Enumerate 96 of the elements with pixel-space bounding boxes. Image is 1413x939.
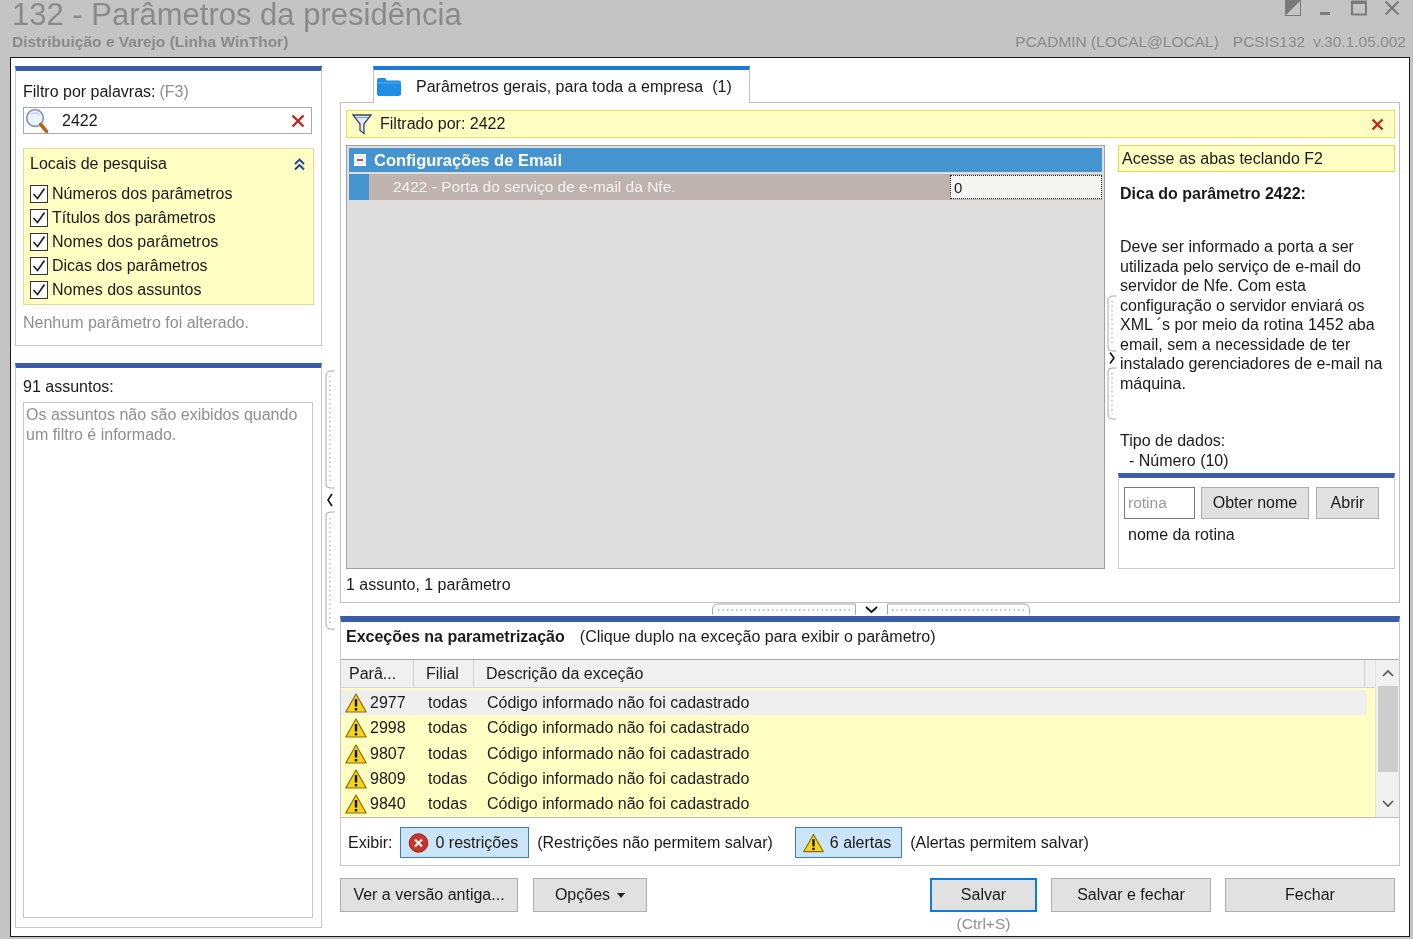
checkbox[interactable]: [30, 209, 48, 227]
status-text: Nenhum parâmetro foi alterado.: [23, 313, 250, 333]
checkbox-label[interactable]: Nomes dos assuntos: [52, 281, 202, 299]
table-cell: todas: [428, 795, 468, 814]
toggle-button[interactable]: 0 restrições: [400, 827, 530, 858]
user-label: PCADMIN (LOCAL@LOCAL): [1015, 33, 1219, 50]
table-cell: 9809: [370, 769, 406, 788]
hint-text: (Clique duplo na exceção para exibir o parâmetro): [579, 628, 936, 646]
summary-text: 1 assunto, 1 parâmetro: [346, 575, 512, 595]
routine-field[interactable]: rotina: [1124, 487, 1195, 519]
table-cell: Código informado não foi cadastrado: [487, 744, 750, 763]
checkbox[interactable]: [30, 281, 48, 299]
table-row[interactable]: 9840 todas Código informado não foi cadastrado: [341, 791, 1367, 818]
subjects-count: 91 assuntos:: [23, 377, 115, 397]
value-field[interactable]: 0: [950, 175, 1102, 199]
data-type-label: Tipo de dados:: [1119, 431, 1227, 451]
table-cell: Código informado não foi cadastrado: [487, 719, 750, 738]
warning-icon: [345, 718, 367, 739]
checkbox[interactable]: [30, 257, 48, 275]
parameter-row[interactable]: 2422 - Porta do serviço de e-mail da Nfe. 0: [369, 174, 1102, 200]
splitter-handle[interactable]: [1107, 295, 1117, 420]
table-cell: Código informado não foi cadastrado: [487, 795, 750, 814]
section-title: Locais de pesquisa: [30, 154, 167, 174]
table-row[interactable]: 2977 todas Código informado não foi cadastrado: [341, 690, 1367, 716]
warning-icon: [345, 794, 367, 815]
scroll-down-icon[interactable]: [1381, 800, 1394, 808]
shortcut-hint: (Ctrl+S): [956, 914, 1011, 934]
folder-icon: [377, 77, 401, 96]
info-banner: Acesse as abas teclando F2: [1118, 145, 1395, 172]
collapse-icon[interactable]: [354, 154, 366, 166]
close-button[interactable]: Fechar: [1225, 878, 1395, 912]
hint-text: Deve ser informado a porta a ser utilizada pelo serviço de e-mail do servidor de Nfe. Com esta configuração o servidor enviará os XML ´s por meio da rotina 1452 aba email, sem a necessidade de ter instalado gerenciadores de e-mail na máquina.: [1119, 237, 1384, 393]
checkbox-label[interactable]: Dicas dos parâmetros: [52, 257, 208, 275]
table-row[interactable]: 2998 todas Código informado não foi cadastrado: [341, 715, 1367, 741]
funnel-icon: [352, 113, 372, 135]
column-header[interactable]: Descrição da exceção: [474, 660, 1365, 687]
scrollbar-thumb[interactable]: [1377, 686, 1398, 772]
checkbox[interactable]: [30, 233, 48, 251]
close-icon[interactable]: [1371, 117, 1384, 131]
window-title: 132 - Parâmetros da presidência: [12, 0, 462, 30]
checkbox[interactable]: [30, 185, 48, 203]
double-chevron-icon[interactable]: [294, 157, 305, 171]
warning-icon: [345, 692, 367, 713]
search-icon: [25, 108, 49, 133]
table-cell: 9807: [370, 744, 406, 763]
parameter-label: 2422 - Porta do serviço de e-mail da Nfe.: [393, 178, 676, 196]
caret-icon: [617, 892, 626, 898]
save-and-close-button[interactable]: Salvar e fechar: [1051, 878, 1211, 912]
old-version-button[interactable]: Ver a versão antiga...: [340, 878, 518, 912]
warning-icon: [345, 768, 367, 789]
warning-icon: [345, 743, 367, 764]
search-field[interactable]: 2422: [23, 107, 312, 134]
table-row[interactable]: 9807 todas Código informado não foi cadastrado: [341, 740, 1367, 767]
checkbox-label[interactable]: Números dos parâmetros: [52, 185, 233, 203]
open-button[interactable]: Abrir: [1316, 487, 1379, 519]
table-cell: todas: [428, 693, 468, 712]
hint-title: Dica do parâmetro 2422:: [1119, 184, 1307, 204]
program-code: PCSIS132: [1232, 33, 1306, 50]
table-cell: Código informado não foi cadastrado: [487, 769, 750, 788]
error-icon: [408, 832, 430, 853]
table-cell: 2977: [370, 693, 406, 712]
get-name-button[interactable]: Obter nome: [1201, 487, 1309, 519]
options-button[interactable]: Opções: [533, 878, 647, 912]
checkbox-label[interactable]: Títulos dos parâmetros: [52, 209, 216, 227]
warning-icon: [802, 832, 824, 853]
note-text: (Alertas permitem salvar): [910, 833, 1089, 852]
show-label: Exibir:: [348, 833, 393, 852]
version-label: v.30.1.05.002: [1313, 33, 1406, 50]
column-header[interactable]: Parâ...: [341, 660, 414, 687]
scrollbar[interactable]: [1375, 660, 1399, 817]
save-button[interactable]: Salvar: [930, 878, 1037, 912]
column-header[interactable]: Filial: [414, 660, 474, 687]
window-subtitle: Distribuição e Varejo (Linha WinThor): [12, 32, 290, 52]
search-input[interactable]: 2422: [62, 111, 291, 130]
routine-name: nome da rotina: [1127, 525, 1236, 545]
data-type-value: - Número (10): [1128, 450, 1230, 470]
splitter-handle[interactable]: [712, 603, 1030, 615]
splitter-handle[interactable]: [325, 370, 335, 630]
toggle-button[interactable]: 6 alertas: [794, 827, 903, 858]
close-icon[interactable]: [291, 113, 305, 128]
note-text: (Restrições não permitem salvar): [537, 833, 773, 852]
filter-label: Filtro por palavras:: [23, 83, 156, 100]
table-cell: 2998: [370, 719, 406, 738]
table-cell: 9840: [370, 795, 406, 814]
empty-message: Os assuntos não são exibidos quando um filtro é informado.: [26, 405, 299, 445]
section-title: Exceções na parametrização: [346, 628, 565, 646]
filter-text: Filtrado por: 2422: [380, 115, 507, 133]
shortcut-hint: (F3): [159, 83, 189, 100]
table-cell: todas: [428, 719, 468, 738]
table-cell: todas: [428, 769, 468, 788]
table-cell: todas: [428, 744, 468, 763]
checkbox-label[interactable]: Nomes dos parâmetros: [52, 233, 219, 251]
table-row[interactable]: 9809 todas Código informado não foi cadastrado: [341, 766, 1367, 792]
scroll-up-icon[interactable]: [1381, 669, 1394, 677]
tab[interactable]: Parâmetros gerais, para toda a empresa (1): [373, 66, 750, 103]
table-cell: Código informado não foi cadastrado: [487, 693, 750, 712]
